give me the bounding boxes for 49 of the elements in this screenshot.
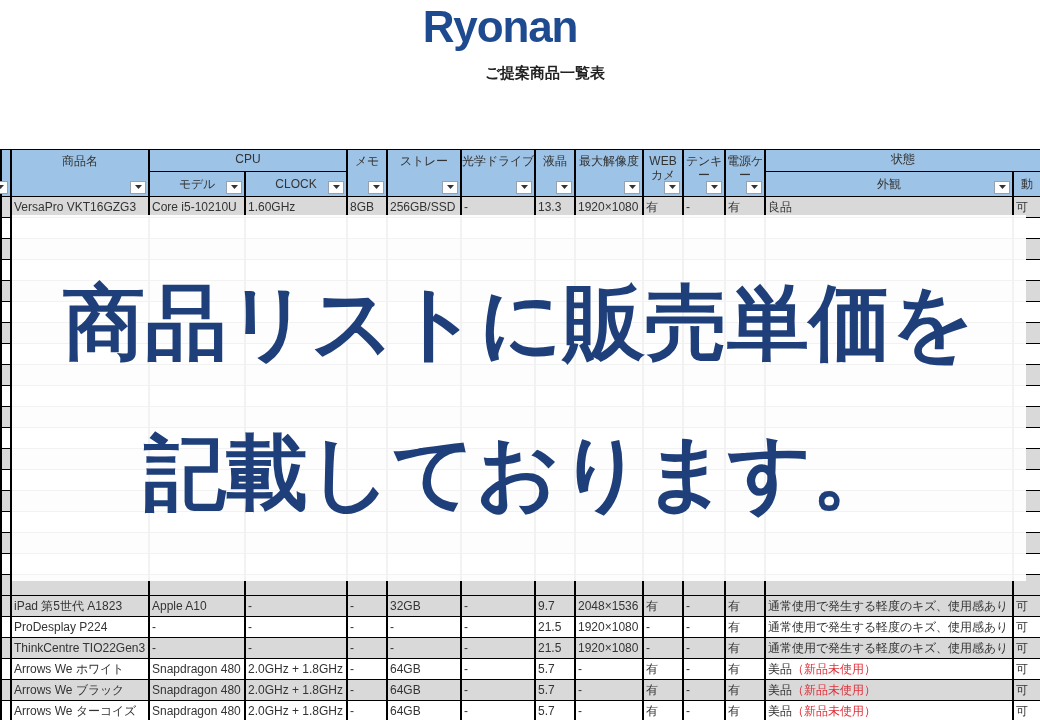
- filter-button[interactable]: [226, 180, 242, 194]
- filter-button[interactable]: [442, 180, 458, 194]
- caret-icon: [134, 185, 142, 189]
- filter-button[interactable]: [130, 180, 146, 194]
- filter-button[interactable]: [516, 180, 532, 194]
- table-cell: 通常使用で発生する軽度のキズ、使用感あり: [765, 595, 1013, 616]
- filter-button[interactable]: [368, 180, 384, 194]
- caret-icon: [332, 185, 340, 189]
- note-text: （新品未使用）: [792, 661, 876, 676]
- caret-icon: [520, 185, 528, 189]
- column-header[interactable]: テンキー: [683, 149, 725, 196]
- filter-button[interactable]: [706, 180, 722, 194]
- column-header[interactable]: モデル: [149, 171, 245, 196]
- caret-icon: [628, 185, 636, 189]
- caret-icon: [668, 185, 676, 189]
- table-cell: 通常使用で発生する軽度のキズ、使用感あり: [765, 637, 1013, 658]
- note-text: （新品未使用）: [792, 682, 876, 697]
- column-header[interactable]: 電源ケー: [725, 149, 765, 196]
- column-header[interactable]: 光学ドライブ: [461, 149, 535, 196]
- column-header[interactable]: 外観: [765, 171, 1013, 196]
- banner-text: 商品リストに販売単価を 記載しております。: [63, 275, 975, 520]
- column-header[interactable]: ストレー: [387, 149, 461, 196]
- column-group-header: 状態: [765, 149, 1040, 172]
- column-header[interactable]: CLOCK: [245, 171, 347, 196]
- filter-button[interactable]: [664, 180, 680, 194]
- caret-icon: [446, 185, 454, 189]
- page-subtitle: ご提案商品一覧表: [485, 63, 605, 83]
- table-cell: 通常使用で発生する軽度のキズ、使用感あり: [765, 616, 1013, 637]
- caret-icon: [372, 185, 380, 189]
- caret-icon: [230, 185, 238, 189]
- filter-button[interactable]: [328, 180, 344, 194]
- filter-button[interactable]: [994, 180, 1010, 194]
- table-cell: 美品（新品未使用）: [765, 658, 1013, 679]
- filter-button[interactable]: [624, 180, 640, 194]
- filter-button[interactable]: [556, 180, 572, 194]
- caret-icon: [560, 185, 568, 189]
- column-header[interactable]: メモ: [347, 149, 387, 196]
- column-group-header: CPU: [149, 149, 347, 172]
- caret-icon: [750, 185, 758, 189]
- column-header[interactable]: 最大解像度: [575, 149, 643, 196]
- caret-icon: [998, 185, 1006, 189]
- logo: Ryonan: [422, 2, 578, 52]
- column-header[interactable]: 液晶: [535, 149, 575, 196]
- column-header[interactable]: WEB カメ: [643, 149, 683, 196]
- filter-button[interactable]: [746, 180, 762, 194]
- note-text: （新品未使用）: [792, 703, 876, 718]
- caret-icon: [710, 185, 718, 189]
- column-header[interactable]: 商品名: [11, 149, 149, 196]
- table-cell: 美品（新品未使用）: [765, 679, 1013, 700]
